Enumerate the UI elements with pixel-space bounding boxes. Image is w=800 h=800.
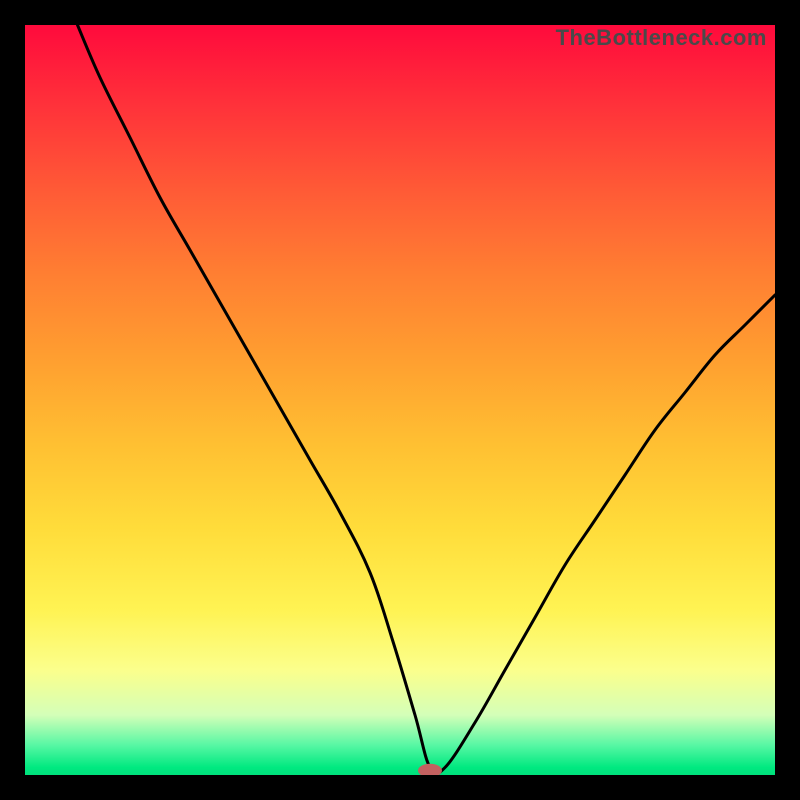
plot-area: TheBottleneck.com (25, 25, 775, 775)
chart-frame: TheBottleneck.com (0, 0, 800, 800)
minimum-marker (25, 25, 775, 775)
